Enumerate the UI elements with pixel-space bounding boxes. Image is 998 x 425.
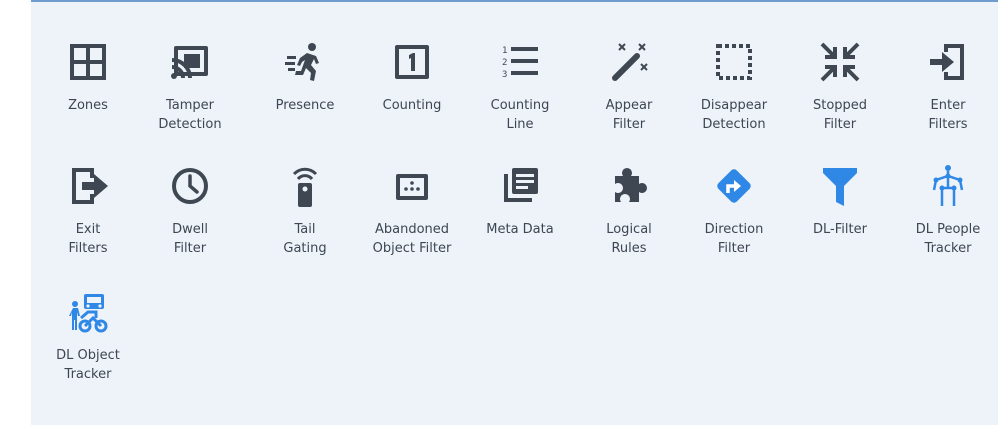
filter-label: Exit Filters	[68, 222, 108, 256]
filter-tile-dl-people-tracker[interactable]: DL People Tracker	[898, 164, 998, 276]
filter-tile-tail-gating[interactable]: Tail Gating	[255, 164, 355, 276]
filter-label: Zones	[68, 98, 108, 113]
filter-tile-enter-filters[interactable]: Enter Filters	[898, 40, 998, 152]
filter-tile-counting[interactable]: Counting	[362, 40, 462, 152]
exit-icon	[72, 168, 108, 204]
enter-icon	[930, 44, 964, 80]
filter-label: Tail Gating	[283, 222, 327, 256]
filter-label: Counting	[382, 98, 442, 113]
svg-text:1: 1	[502, 46, 507, 56]
filter-tile-abandoned-object-filter[interactable]: Abandoned Object Filter	[362, 164, 462, 276]
person-vehicle-icon	[69, 294, 108, 333]
filter-label: Enter Filters	[928, 98, 968, 132]
filter-tile-direction-filter[interactable]: Direction Filter	[684, 164, 784, 276]
filter-label: Abandoned Object Filter	[372, 222, 452, 256]
puzzle-icon	[615, 168, 647, 202]
filter-tile-dwell-filter[interactable]: Dwell Filter	[140, 164, 240, 276]
direction-sign-icon	[717, 169, 751, 203]
filter-tile-exit-filters[interactable]: Exit Filters	[38, 164, 138, 276]
filter-tile-meta-data[interactable]: Meta Data	[470, 164, 570, 276]
filter-tile-logical-rules[interactable]: Logical Rules	[579, 164, 679, 276]
filter-label: Meta Data	[486, 222, 554, 237]
filter-label: DL-Filter	[813, 222, 867, 237]
numbered-list-icon: 1 2 3	[502, 46, 538, 80]
filter-label: Tamper Detection	[158, 98, 222, 132]
filter-tile-presence[interactable]: Presence	[255, 40, 355, 152]
clock-icon	[172, 168, 208, 204]
zones-icon	[70, 44, 106, 80]
svg-text:3: 3	[502, 70, 507, 80]
remote-signal-icon	[292, 167, 318, 207]
filter-label: Counting Line	[490, 98, 550, 132]
svg-text:2: 2	[502, 58, 507, 68]
rule-filter-palette: Zones Tamper Detection Presence Counting…	[31, 0, 998, 425]
filter-tile-stopped-filter[interactable]: Stopped Filter	[790, 40, 890, 152]
filter-label: Direction Filter	[704, 222, 764, 256]
filter-label: Presence	[275, 98, 335, 113]
filter-label: DL Object Tracker	[56, 348, 120, 382]
filter-label: Appear Filter	[605, 98, 653, 132]
filter-tile-appear-filter[interactable]: Appear Filter	[579, 40, 679, 152]
counter-one-icon	[395, 45, 429, 79]
filter-label: DL People Tracker	[915, 222, 981, 256]
cast-icon	[171, 46, 208, 79]
filter-tile-counting-line[interactable]: 1 2 3 Counting Line	[470, 40, 570, 152]
filter-label: Stopped Filter	[812, 98, 868, 132]
filter-tile-zones[interactable]: Zones	[38, 40, 138, 152]
skeleton-figure-icon	[932, 165, 964, 206]
dashed-square-icon	[716, 44, 752, 80]
running-person-icon	[285, 43, 319, 81]
magic-wand-icon	[612, 43, 648, 81]
funnel-icon	[823, 168, 857, 206]
filter-label: Logical Rules	[606, 222, 652, 256]
collapse-arrows-icon	[820, 42, 860, 82]
filter-tile-dl-filter[interactable]: DL-Filter	[790, 164, 890, 276]
document-stack-icon	[504, 168, 538, 202]
filter-label: Dwell Filter	[172, 222, 208, 256]
keypad-box-icon	[396, 174, 428, 200]
filter-label: Disappear Detection	[700, 98, 768, 132]
filter-tile-disappear-detection[interactable]: Disappear Detection	[684, 40, 784, 152]
filter-tile-dl-object-tracker[interactable]: DL Object Tracker	[38, 290, 138, 402]
filter-tile-tamper-detection[interactable]: Tamper Detection	[140, 40, 240, 152]
